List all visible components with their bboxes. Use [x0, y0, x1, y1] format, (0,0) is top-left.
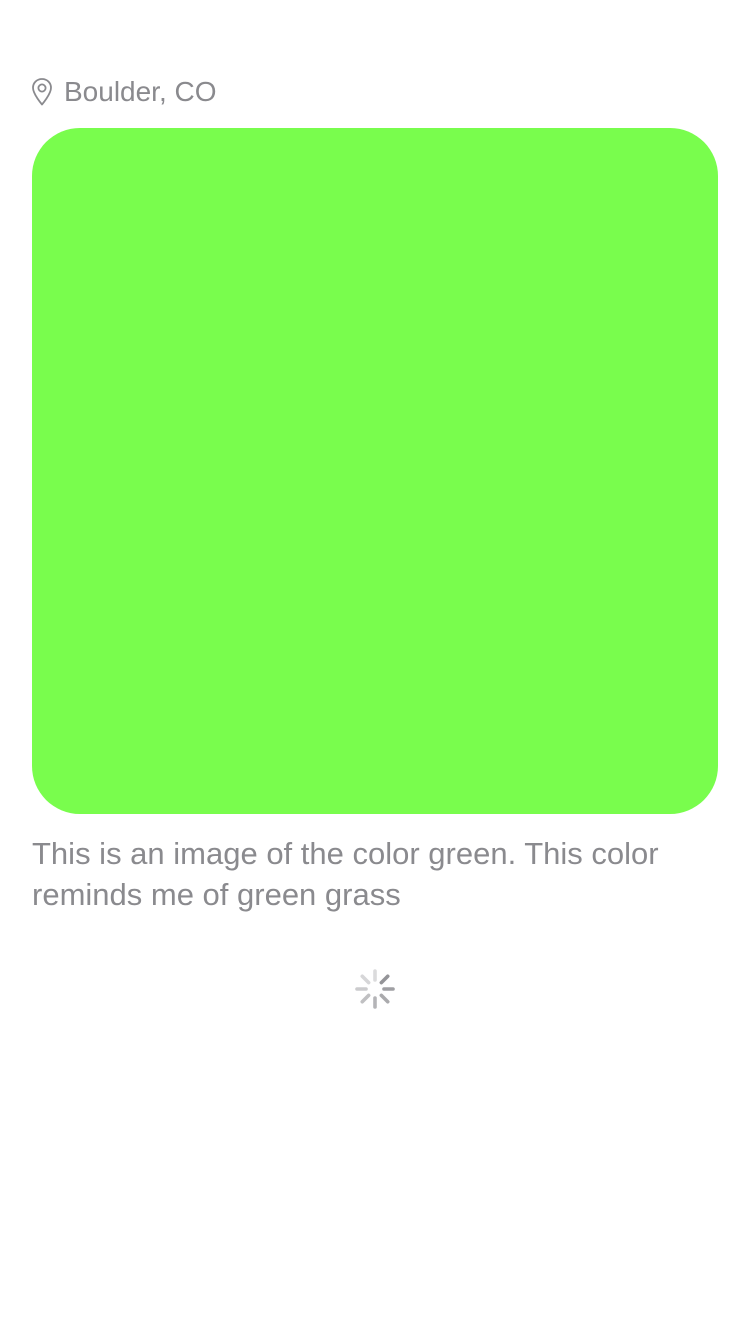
spinner-spoke: [379, 974, 390, 985]
location-label: Boulder, CO: [64, 76, 217, 107]
spinner-spoke: [360, 974, 371, 985]
spinner-spoke: [360, 993, 371, 1004]
spinner-spoke: [379, 993, 390, 1004]
post-image[interactable]: [32, 128, 718, 814]
post-caption: This is an image of the color green. Thi…: [32, 836, 659, 912]
post-detail-screen: Boulder, CO This is an image of the colo…: [0, 0, 750, 1334]
location-row[interactable]: Boulder, CO: [30, 74, 217, 110]
map-pin-icon: [30, 77, 54, 107]
activity-spinner-icon: [355, 969, 395, 1009]
